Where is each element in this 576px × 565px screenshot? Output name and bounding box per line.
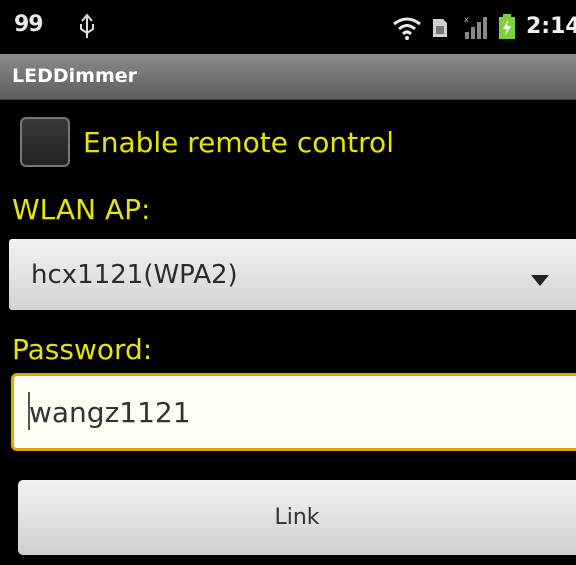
wlan-ap-selected: hcx1121(WPA2): [31, 260, 238, 290]
notification-badge: 99: [14, 12, 44, 37]
status-bar: 99 x 2:14: [0, 0, 576, 54]
status-time: 2:14: [526, 14, 576, 39]
dropdown-arrow-icon: [531, 271, 549, 290]
link-button-label: Link: [274, 505, 320, 530]
wlan-ap-dropdown[interactable]: hcx1121(WPA2): [9, 239, 576, 310]
app-title: LEDDimmer: [12, 65, 137, 87]
title-bar: LEDDimmer: [0, 54, 576, 100]
password-value: wangz1121: [29, 396, 191, 429]
battery-icon: [498, 14, 516, 44]
password-label: Password:: [12, 333, 153, 366]
wlan-ap-label: WLAN AP:: [12, 193, 151, 226]
wifi-icon: [392, 16, 422, 44]
password-input[interactable]: wangz1121: [11, 373, 576, 451]
usb-icon: [78, 12, 96, 44]
svg-text:x: x: [464, 15, 469, 24]
enable-remote-label[interactable]: Enable remote control: [83, 126, 394, 159]
link-button[interactable]: Link: [18, 480, 576, 555]
signal-icon: x: [464, 14, 488, 44]
enable-remote-checkbox[interactable]: [20, 117, 70, 167]
sim-icon: [432, 18, 448, 42]
